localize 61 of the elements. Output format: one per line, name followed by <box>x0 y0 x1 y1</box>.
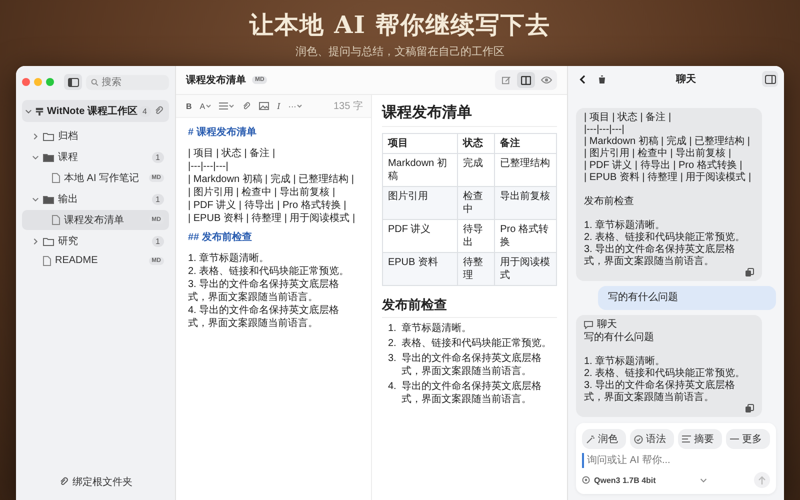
folder-item[interactable]: 课程 1 <box>22 147 169 167</box>
list-item-text: 章节标题清晰。 <box>401 322 472 335</box>
model-selector[interactable]: Qwen3 1.7B 4bit <box>582 476 707 484</box>
grammar-action-button[interactable]: 语法 <box>630 429 674 449</box>
markdown-line: | EPUB 资料 | 待整理 | 用于阅读模式 | <box>188 212 356 225</box>
markdown-line: | Markdown 初稿 | 完成 | 已整理结构 | <box>188 173 355 186</box>
user-message: 写的有什么问题 <box>598 286 776 310</box>
message-label: 聊天 <box>597 319 617 331</box>
markdown-line: | PDF 讲义 | 待导出 | Pro 格式转换 | <box>188 199 348 212</box>
bold-tool-button[interactable]: B <box>184 100 194 112</box>
table-cell: 图片引用 <box>382 186 458 220</box>
bind-folder-button[interactable]: 绑定根文件夹 <box>52 472 138 492</box>
message-text: | 项目 | 状态 | 备注 | |---|---|---| | Markdown 初稿 | 完成 | 已整理结构 | | 图片引用 | 检查中 | 导出前复核 | | PDF 讲义 | 待导出 | Pro 格式转换 | | EPUB 资料 | 待整理 | 用于阅读模式 | 发布前检查 1. 章节标题清晰。 2. 表格、链接和代码块能正常预览。 3. 导出的文件命名保持英文底层格式，界面文案跟随当前语言。 <box>584 112 752 268</box>
more-action-button[interactable]: 更多 <box>726 429 770 449</box>
table-cell: 检查中 <box>458 186 495 220</box>
search-field[interactable]: 搜索 <box>86 74 169 90</box>
hero-subtitle: 润色、提问与总结，文稿留在自己的工作区 <box>294 44 506 59</box>
word-count: 135 字 <box>334 100 363 113</box>
list-number: 3. <box>388 352 396 366</box>
folder-item[interactable]: 输出 1 <box>22 189 169 209</box>
list-number: 2. <box>388 337 396 350</box>
table-cell: 待整理 <box>458 252 495 286</box>
table-header-cell: 备注 <box>494 134 556 154</box>
italic-tool-button[interactable]: I <box>275 100 282 112</box>
list-item-text: 导出的文件命名保持英文底层格式，界面文案跟随当前语言。 <box>401 380 542 406</box>
more-tool-button[interactable]: ··· <box>286 100 304 112</box>
summary-action-button[interactable]: 摘要 <box>678 429 722 449</box>
item-count: 1 <box>152 194 164 204</box>
markdown-line: 1. 章节标题清晰。 <box>188 252 270 265</box>
table-header-cell: 状态 <box>458 134 495 154</box>
folder-item[interactable]: 研究 1 <box>22 231 169 251</box>
markdown-heading: # 课程发布清单 <box>188 126 258 139</box>
markdown-line: |---|---|---| <box>188 160 230 173</box>
table-cell: 用于阅读模式 <box>494 252 556 286</box>
font-tool-button[interactable]: A <box>198 100 214 112</box>
document-title: 课程发布清单 <box>186 74 246 87</box>
markdown-line: 2. 表格、链接和代码块能正常预览。 <box>188 265 350 278</box>
markdown-line: 4. 导出的文件命名保持英文底层格式，界面文案跟随当前语言。 <box>188 304 340 330</box>
markdown-heading: ## 发布前检查 <box>188 231 253 244</box>
table-cell: 导出前复核 <box>494 186 556 220</box>
list-item-text: 导出的文件命名保持英文底层格式，界面文案跟随当前语言。 <box>401 352 542 378</box>
folder-item[interactable]: 归档 <box>22 126 169 146</box>
markdown-line: | 图片引用 | 检查中 | 导出前复核 | <box>188 186 336 199</box>
item-count: 1 <box>152 152 164 162</box>
item-count: 1 <box>152 236 164 246</box>
polish-action-button[interactable]: 润色 <box>582 429 626 449</box>
message-text: 写的有什么问题 1. 章节标题清晰。 2. 表格、链接和代码块能正常预览。 3. 导出的文件命名保持英文底层格式，界面文案跟随当前语言。 <box>584 332 746 404</box>
hero-title: 让本地 AI 帮你继续写下去 <box>248 10 552 40</box>
workspace-item[interactable]: WitNote 课程工作区 4 <box>22 100 169 122</box>
item-count: 4 <box>138 106 151 116</box>
preview-title: 课程发布清单 <box>382 103 557 127</box>
chat-title: 聊天 <box>674 72 697 86</box>
list-item-text: 表格、链接和代码块能正常预览。 <box>401 337 552 350</box>
list-number: 1. <box>388 322 396 335</box>
table-cell: EPUB 资料 <box>382 252 458 286</box>
markdown-line: 3. 导出的文件命名保持英文底层格式，界面文案跟随当前语言。 <box>188 278 340 304</box>
table-header-cell: 项目 <box>382 134 458 154</box>
search-input[interactable]: 搜索 <box>102 76 164 88</box>
markdown-line: | 项目 | 状态 | 备注 | <box>188 147 276 160</box>
list-number: 4. <box>388 380 396 394</box>
preview-heading: 发布前检查 <box>382 296 557 318</box>
